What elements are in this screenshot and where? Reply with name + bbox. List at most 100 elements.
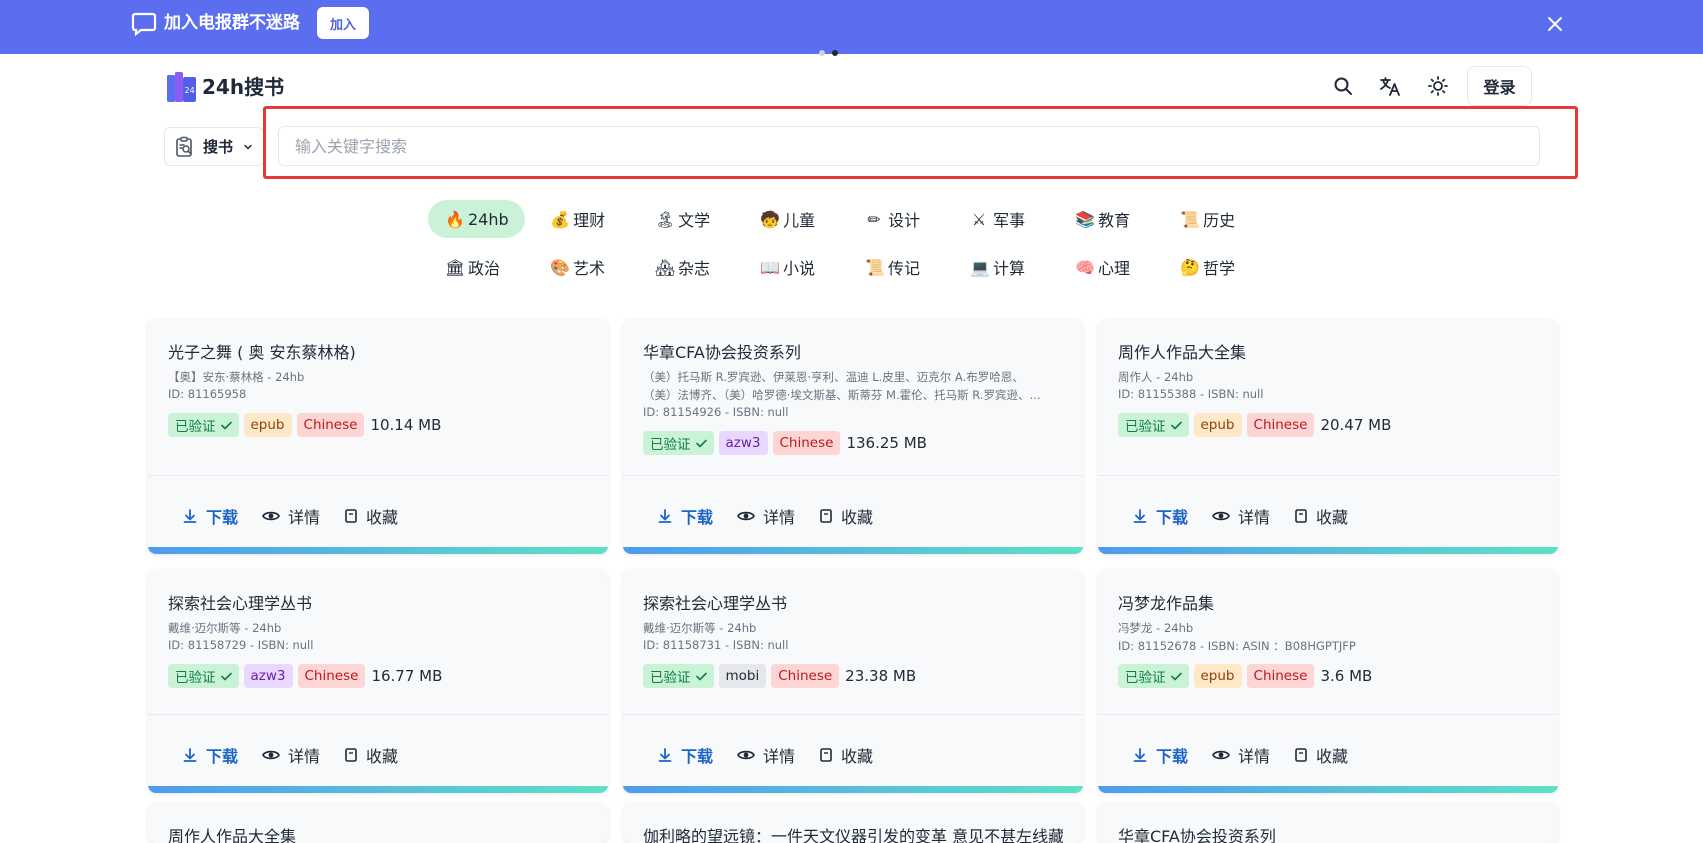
category-设计[interactable]: ✏ 设计 bbox=[848, 200, 953, 238]
book-title[interactable]: 伽利略的望远镜：一件天文仪器引发的变革 意见不甚左线藏 bbox=[643, 823, 1063, 843]
book-title[interactable]: 周作人作品大全集 bbox=[1118, 339, 1538, 363]
book-card[interactable]: 冯梦龙作品集 冯梦龙 - 24hb ID: 81152678 - ISBN: ASI… bbox=[1098, 570, 1558, 793]
format-badge: azw3 bbox=[718, 431, 768, 455]
category-传记[interactable]: 📜 传记 bbox=[848, 248, 953, 286]
book-title[interactable]: 华章CFA协会投资系列 bbox=[1118, 823, 1538, 843]
details-button[interactable]: 详情 bbox=[262, 743, 320, 767]
category-艺术[interactable]: 🎨 艺术 bbox=[533, 248, 638, 286]
details-button[interactable]: 详情 bbox=[1212, 504, 1270, 528]
logo-icon[interactable]: 24 bbox=[165, 69, 198, 104]
book-tags: 已验证 epub Chinese 20.47 MB bbox=[1118, 413, 1391, 437]
bookmark-book-icon bbox=[820, 509, 832, 523]
category-row-1: 🔥 24hb 💰 理财 🏝 文学 🧒 儿童 ✏ 设计 ⚔ 军事 📚 教育 📜 历史 bbox=[428, 200, 1268, 238]
category-历史[interactable]: 📜 历史 bbox=[1163, 200, 1268, 238]
format-badge: epub bbox=[1193, 664, 1242, 688]
book-card[interactable]: 探索社会心理学丛书 戴维·迈尔斯等 - 24hb ID: 81158731 - IS… bbox=[623, 570, 1083, 793]
search-icon[interactable] bbox=[1331, 74, 1355, 98]
category-计算[interactable]: 💻 计算 bbox=[953, 248, 1058, 286]
category-儿童[interactable]: 🧒 儿童 bbox=[743, 200, 848, 238]
favorite-button[interactable]: 收藏 bbox=[344, 504, 398, 528]
download-button[interactable]: 下载 bbox=[1132, 504, 1188, 528]
download-button[interactable]: 下载 bbox=[657, 743, 713, 767]
category-emoji-icon: 📜 bbox=[865, 257, 885, 277]
card-divider bbox=[1098, 475, 1558, 476]
download-button[interactable]: 下载 bbox=[1132, 743, 1188, 767]
favorite-button[interactable]: 收藏 bbox=[819, 504, 873, 528]
details-label: 详情 bbox=[288, 508, 321, 527]
download-icon bbox=[658, 509, 672, 523]
check-icon bbox=[1170, 672, 1182, 680]
check-icon bbox=[1170, 421, 1182, 429]
category-label: 设计 bbox=[888, 211, 921, 230]
book-card[interactable]: 周作人作品大全集 bbox=[148, 803, 608, 843]
download-label: 下载 bbox=[206, 747, 239, 766]
book-card[interactable]: 伽利略的望远镜：一件天文仪器引发的变革 意见不甚左线藏 bbox=[623, 803, 1083, 843]
book-title[interactable]: 探索社会心理学丛书 bbox=[643, 590, 1063, 614]
file-size: 23.38 MB bbox=[845, 667, 917, 685]
join-button[interactable]: 加入 bbox=[317, 7, 369, 39]
favorite-label: 收藏 bbox=[366, 747, 399, 766]
book-title[interactable]: 冯梦龙作品集 bbox=[1118, 590, 1538, 614]
book-title[interactable]: 华章CFA协会投资系列 bbox=[643, 339, 1063, 363]
details-label: 详情 bbox=[763, 747, 796, 766]
search-input[interactable] bbox=[278, 126, 1540, 166]
book-author: 戴维·迈尔斯等 - 24hb bbox=[168, 621, 282, 635]
details-button[interactable]: 详情 bbox=[737, 504, 795, 528]
book-tags: 已验证 epub Chinese 3.6 MB bbox=[1118, 664, 1372, 688]
category-emoji-icon: 🏛 bbox=[445, 257, 466, 277]
logo-text[interactable]: 24h搜书 bbox=[202, 74, 284, 100]
category-教育[interactable]: 📚 教育 bbox=[1058, 200, 1163, 238]
book-title[interactable]: 探索社会心理学丛书 bbox=[168, 590, 588, 614]
category-哲学[interactable]: 🤔 哲学 bbox=[1163, 248, 1268, 286]
details-button[interactable]: 详情 bbox=[737, 743, 795, 767]
download-icon bbox=[658, 748, 672, 762]
book-title[interactable]: 光子之舞 ( 奥 安东蔡林格) bbox=[168, 339, 588, 363]
search-type-select[interactable]: 搜书 bbox=[164, 127, 264, 166]
download-button[interactable]: 下载 bbox=[182, 504, 238, 528]
book-tags: 已验证 azw3 Chinese 16.77 MB bbox=[168, 664, 442, 688]
download-button[interactable]: 下载 bbox=[657, 504, 713, 528]
card-actions: 下载 详情 收藏 bbox=[182, 743, 422, 767]
favorite-label: 收藏 bbox=[1316, 747, 1349, 766]
category-军事[interactable]: ⚔ 军事 bbox=[953, 200, 1058, 238]
card-accent-bar bbox=[148, 786, 608, 793]
card-divider bbox=[623, 714, 1083, 715]
card-accent-bar bbox=[1098, 547, 1558, 554]
book-card[interactable]: 周作人作品大全集 周作人 - 24hb ID: 81155388 - ISBN: n… bbox=[1098, 319, 1558, 554]
close-icon[interactable] bbox=[1545, 14, 1565, 34]
details-label: 详情 bbox=[1238, 747, 1271, 766]
translate-icon[interactable] bbox=[1378, 74, 1402, 98]
category-政治[interactable]: 🏛 政治 bbox=[428, 248, 533, 286]
category-杂志[interactable]: 🏘 杂志 bbox=[638, 248, 743, 286]
book-card[interactable]: 华章CFA协会投资系列 bbox=[1098, 803, 1558, 843]
details-button[interactable]: 详情 bbox=[1212, 743, 1270, 767]
category-emoji-icon: 📚 bbox=[1075, 209, 1095, 229]
book-card[interactable]: 探索社会心理学丛书 戴维·迈尔斯等 - 24hb ID: 81158729 - IS… bbox=[148, 570, 608, 793]
book-author: 周作人 - 24hb bbox=[1118, 370, 1194, 384]
category-label: 历史 bbox=[1203, 211, 1236, 230]
book-card[interactable]: 华章CFA协会投资系列 （美）托马斯 R.罗宾逊、伊莱恩·亨利、温迪 L.皮里、迈… bbox=[623, 319, 1083, 554]
card-divider bbox=[148, 714, 608, 715]
theme-icon[interactable] bbox=[1426, 74, 1450, 98]
category-理财[interactable]: 💰 理财 bbox=[533, 200, 638, 238]
category-心理[interactable]: 🧠 心理 bbox=[1058, 248, 1163, 286]
favorite-button[interactable]: 收藏 bbox=[1294, 743, 1348, 767]
language-badge: Chinese bbox=[772, 431, 841, 455]
favorite-button[interactable]: 收藏 bbox=[819, 743, 873, 767]
favorite-button[interactable]: 收藏 bbox=[1294, 504, 1348, 528]
download-button[interactable]: 下载 bbox=[182, 743, 238, 767]
details-button[interactable]: 详情 bbox=[262, 504, 320, 528]
favorite-label: 收藏 bbox=[841, 508, 874, 527]
category-文学[interactable]: 🏝 文学 bbox=[638, 200, 743, 238]
book-author: 冯梦龙 - 24hb bbox=[1118, 621, 1194, 635]
login-button[interactable]: 登录 bbox=[1467, 66, 1532, 106]
book-title[interactable]: 周作人作品大全集 bbox=[168, 823, 588, 843]
check-icon bbox=[220, 421, 232, 429]
book-id: ID: 81154926 - ISBN: null bbox=[643, 405, 789, 419]
category-24hb[interactable]: 🔥 24hb bbox=[428, 200, 526, 238]
book-card[interactable]: 光子之舞 ( 奥 安东蔡林格) 【奥】安东·蔡林格 - 24hb ID: 81165… bbox=[148, 319, 608, 554]
category-小说[interactable]: 📖 小说 bbox=[743, 248, 848, 286]
category-label: 理财 bbox=[573, 211, 606, 230]
favorite-button[interactable]: 收藏 bbox=[344, 743, 398, 767]
category-emoji-icon: 💰 bbox=[550, 209, 571, 229]
